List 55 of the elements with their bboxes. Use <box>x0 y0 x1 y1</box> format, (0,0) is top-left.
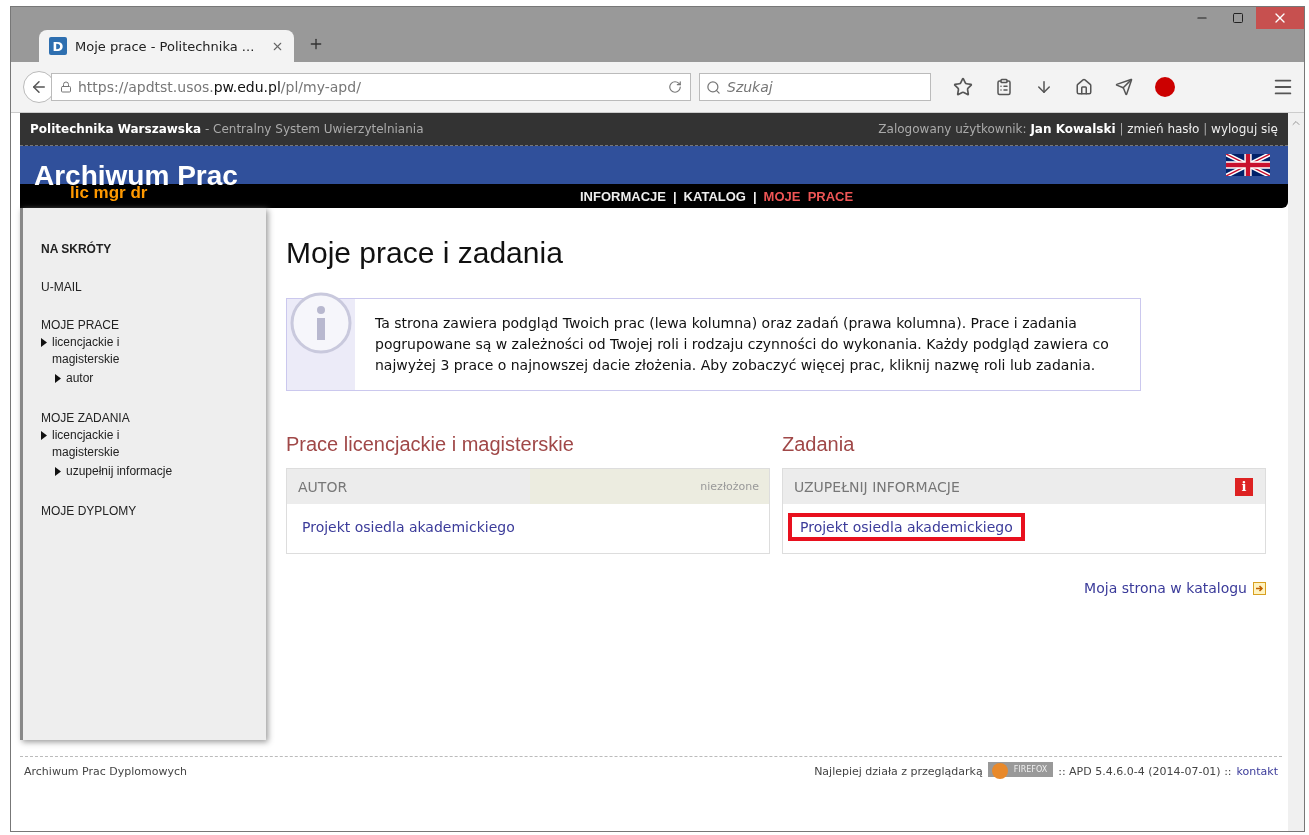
address-field[interactable]: https://apdtst.usos.pw.edu.pl/pl/my-apd/ <box>51 73 691 101</box>
maximize-icon[interactable] <box>1232 12 1244 24</box>
section-title: Zadania <box>782 433 856 456</box>
search-icon <box>706 79 721 95</box>
header-link[interactable]: zmień hasło <box>1127 122 1200 136</box>
sidebar-link[interactable]: autor <box>66 370 94 387</box>
sidebar-link[interactable]: MOJE ZADANIA <box>41 411 266 425</box>
system-subtitle: - Centralny System Uwierzytelniania <box>204 122 424 136</box>
triangle-icon <box>55 467 61 476</box>
favicon: D <box>49 37 67 55</box>
user-name: Jan Kowalski <box>1030 122 1116 136</box>
nav-separator: | <box>672 188 677 204</box>
role-label[interactable]: UZUPEŁNIJ INFORMACJE <box>783 478 1235 495</box>
sidebar-link[interactable]: MOJE PRACE <box>41 318 266 332</box>
sidebar-link[interactable]: U-MAIL <box>41 280 266 294</box>
triangle-icon <box>55 374 61 383</box>
star-icon[interactable] <box>953 77 973 97</box>
home-icon[interactable] <box>1075 78 1093 96</box>
user-label: Zalogowany użytkownik: <box>878 122 1027 136</box>
nav-separator: | <box>752 188 757 204</box>
triangle-icon <box>41 431 47 440</box>
organization-name: Politechnika Warszawska <box>30 122 202 136</box>
status-label: niezłożone <box>529 469 769 504</box>
nav-link[interactable]: KATALOG <box>683 188 746 204</box>
sidebar-heading: NA SKRÓTY <box>41 242 113 256</box>
thesis-link[interactable]: Projekt osiedla akademickiego <box>295 513 522 541</box>
contact-link[interactable]: kontakt <box>1236 765 1278 778</box>
info-text: Ta strona zawiera podgląd Twoich prac (lewa kolumna) oraz zadań (prawa kolumna). Prace i zadania pogrupowane są w zależności od Twojej roli i rodzaju czynności do wykonania. Każdy podgląd zawiera co najwyżej 3 prace o najnowszej dacie złożenia. Aby zobaczyć więcej prac, kliknij nazwę roli lub zadania. <box>374 314 1110 375</box>
header-link[interactable]: wyloguj się <box>1211 122 1278 136</box>
arrow-box-icon[interactable] <box>1253 581 1266 595</box>
new-tab-icon[interactable] <box>308 36 324 52</box>
catalog-link[interactable]: Moja strona w katalogu <box>1084 580 1247 596</box>
nav-link[interactable]: MOJE PRACE <box>763 188 854 204</box>
reload-icon[interactable] <box>668 80 682 94</box>
link-separator: | <box>1119 122 1124 136</box>
nav-link[interactable]: INFORMACJE <box>580 188 666 204</box>
page-title: Moje prace i zadania <box>286 236 564 270</box>
thesis-link[interactable]: Projekt osiedla akademickiego <box>788 513 1025 541</box>
version-text: :: APD 5.4.6.0-4 (2014-07-01) :: <box>1058 765 1232 778</box>
role-label[interactable]: AUTOR <box>287 478 528 495</box>
flag-icon[interactable] <box>1226 154 1270 176</box>
clipboard-icon[interactable] <box>995 78 1013 96</box>
sidebar-link[interactable]: MOJE DYPLOMY <box>41 504 266 518</box>
lock-icon <box>60 81 72 93</box>
triangle-icon <box>41 338 47 347</box>
footer-text: Archiwum Prac Dyplomowych <box>24 765 188 780</box>
sidebar-link[interactable]: uzupełnij informacje <box>66 463 173 480</box>
download-icon[interactable] <box>1035 78 1053 96</box>
info-badge: i <box>1235 477 1253 496</box>
link-separator: | <box>1203 122 1208 136</box>
browser-tab[interactable]: D Moje prace - Politechnika ... <box>39 30 294 62</box>
footer-text: Najlepiej działa z przeglądarką <box>814 765 983 778</box>
paper-plane-icon[interactable] <box>1115 78 1133 96</box>
section-title: Prace licencjackie i magisterskie <box>286 433 575 456</box>
search-field[interactable]: Szukaj <box>699 73 931 101</box>
